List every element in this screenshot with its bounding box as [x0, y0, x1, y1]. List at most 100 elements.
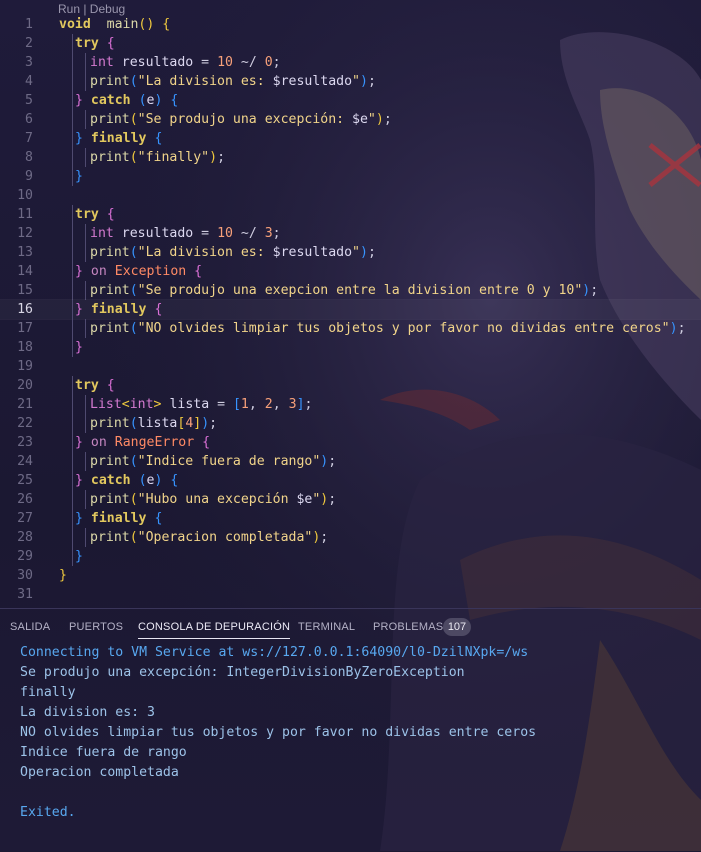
- indent-guide: [85, 319, 86, 338]
- code-line[interactable]: 7} finally {: [0, 129, 701, 148]
- code-token: {: [106, 207, 115, 222]
- indent-guide: [72, 395, 73, 414]
- code-text: try {: [75, 34, 115, 53]
- code-token: print: [90, 245, 130, 260]
- code-token: ": [367, 112, 376, 127]
- code-token: }: [75, 131, 83, 146]
- code-token: ;: [590, 283, 599, 298]
- code-line[interactable]: 20 try {: [0, 376, 701, 395]
- code-token: $resultado: [272, 74, 353, 89]
- code-line[interactable]: 11 try {: [0, 205, 701, 224]
- code-line[interactable]: 6 print("Se produjo una excepción: $e");: [0, 110, 701, 129]
- code-token: (): [138, 17, 155, 32]
- code-line[interactable]: 13 print("La division es: $resultado");: [0, 243, 701, 262]
- code-token: finally: [90, 131, 147, 146]
- code-text: print("Indice fuera de rango");: [90, 452, 336, 471]
- code-token: int: [90, 226, 114, 241]
- code-line[interactable]: 23} on RangeError {: [0, 433, 701, 452]
- code-line[interactable]: 16} finally {: [0, 299, 701, 320]
- tab-problemas[interactable]: PROBLEMAS: [373, 621, 443, 633]
- line-number: 6: [25, 112, 33, 127]
- code-token: 3: [264, 226, 273, 241]
- code-token: print: [90, 321, 130, 336]
- code-line[interactable]: 31: [0, 585, 701, 604]
- code-line[interactable]: 3 int resultado = 10 ~/ 0;: [0, 53, 701, 72]
- code-line[interactable]: 21 List<int> lista = [1, 2, 3];: [0, 395, 701, 414]
- console-line: La division es: 3: [20, 705, 155, 720]
- code-line[interactable]: 19: [0, 357, 701, 376]
- code-line[interactable]: 26 print("Hubo una excepción $e");: [0, 490, 701, 509]
- code-token: =: [217, 397, 233, 412]
- tab-salida[interactable]: SALIDA: [10, 621, 50, 633]
- line-number: 24: [17, 454, 33, 469]
- code-line[interactable]: 1 void main() {: [0, 15, 701, 34]
- code-line[interactable]: 8 print("finally");: [0, 148, 701, 167]
- code-line[interactable]: 28 print("Operacion completada");: [0, 528, 701, 547]
- code-text: } on Exception {: [75, 262, 202, 281]
- code-token: =: [201, 55, 218, 70]
- code-token: (: [129, 283, 138, 298]
- code-token: ;: [320, 530, 329, 545]
- tab-consola-de-depuracion[interactable]: CONSOLA DE DEPURACIÓN: [138, 621, 291, 639]
- code-line[interactable]: 10: [0, 186, 701, 205]
- console-line: Indice fuera de rango: [20, 745, 187, 760]
- code-line[interactable]: 15 print("Se produjo una exepcion entre l…: [0, 281, 701, 300]
- code-lines[interactable]: 1 void main() { 2 try {3 int resultado = 10 …: [0, 15, 701, 604]
- code-text: print("Hubo una excepción $e");: [90, 490, 336, 509]
- code-token: (: [129, 150, 138, 165]
- code-line[interactable]: 25} catch (e) {: [0, 471, 701, 490]
- line-number: 13: [17, 245, 33, 260]
- code-line[interactable]: 9}: [0, 167, 701, 186]
- code-token: ": [352, 245, 360, 260]
- code-line[interactable]: 14} on Exception {: [0, 262, 701, 281]
- code-token: 1: [240, 397, 249, 412]
- line-number: 28: [17, 530, 33, 545]
- code-line[interactable]: 2 try {: [0, 34, 701, 53]
- code-token: <: [121, 397, 130, 412]
- code-token: catch: [90, 93, 131, 108]
- line-number: 19: [17, 359, 33, 374]
- code-token: ]: [296, 397, 305, 412]
- tab-puertos[interactable]: PUERTOS: [69, 621, 123, 633]
- code-token: [: [232, 397, 241, 412]
- console-line: Se produjo una excepción: IntegerDivisio…: [20, 665, 465, 680]
- code-text: } finally {: [75, 129, 162, 148]
- code-token: {: [202, 435, 211, 450]
- indent-guide: [85, 452, 86, 471]
- code-line[interactable]: 30}: [0, 566, 701, 585]
- code-line[interactable]: 18}: [0, 338, 701, 357]
- codelens-run-debug[interactable]: Run | Debug: [58, 2, 125, 16]
- indent-guide: [72, 205, 73, 224]
- code-token: ;: [383, 112, 392, 127]
- code-token: on: [90, 435, 107, 450]
- debug-console-output[interactable]: Connecting to VM Service at ws://127.0.0…: [20, 643, 536, 823]
- code-editor[interactable]: Run | Debug 1 void main() { 2 try {3 int res…: [0, 0, 701, 608]
- code-line[interactable]: 17 print("NO olvides limpiar tus objetos …: [0, 319, 701, 338]
- console-line: Exited.: [20, 805, 76, 820]
- code-token: lista: [137, 416, 178, 431]
- code-line[interactable]: 22 print(lista[4]);: [0, 414, 701, 433]
- code-line[interactable]: 12 int resultado = 10 ~/ 3;: [0, 224, 701, 243]
- code-token: =: [201, 226, 218, 241]
- indent-guide: [85, 528, 86, 547]
- code-token: $e: [296, 492, 313, 507]
- code-line[interactable]: 4 print("La division es: $resultado");: [0, 72, 701, 91]
- code-line[interactable]: 24 print("Indice fuera de rango");: [0, 452, 701, 471]
- indent-guide: [72, 319, 73, 338]
- code-line[interactable]: 29}: [0, 547, 701, 566]
- line-number: 2: [25, 36, 33, 51]
- code-line[interactable]: 5} catch (e) {: [0, 91, 701, 110]
- code-token: "La division es:: [137, 245, 273, 260]
- code-line[interactable]: 27} finally {: [0, 509, 701, 528]
- code-token: List: [90, 397, 122, 412]
- line-number: 3: [25, 55, 33, 70]
- indent-guide: [85, 148, 86, 167]
- indent-guide: [72, 471, 73, 490]
- code-token: "Se produjo una excepción:: [137, 112, 353, 127]
- code-token: ;: [209, 416, 218, 431]
- tab-terminal[interactable]: TERMINAL: [298, 621, 355, 633]
